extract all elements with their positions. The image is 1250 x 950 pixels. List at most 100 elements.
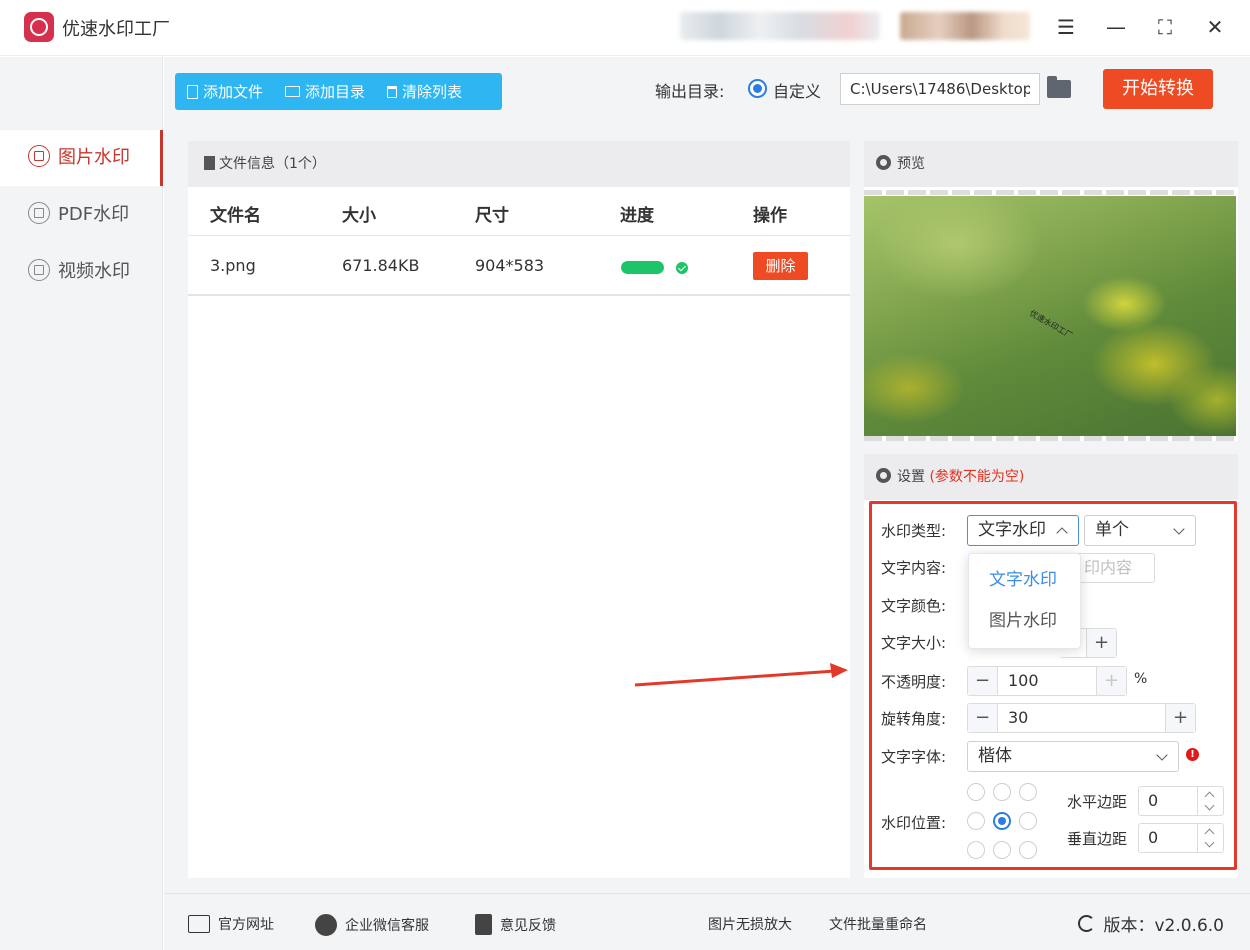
app-title: 优速水印工厂 [62, 19, 170, 40]
feedback-label: 意见反馈 [500, 917, 556, 934]
annotation-arrow [634, 663, 848, 687]
gear-icon [876, 155, 891, 170]
start-convert-button[interactable]: 开始转换 [1103, 69, 1213, 109]
font-value: 楷体 [978, 746, 1012, 766]
custom-output-label[interactable]: 自定义 [773, 78, 821, 102]
opacity-increase-button[interactable]: + [1096, 667, 1126, 695]
feedback-icon [475, 914, 492, 935]
add-directory-button[interactable]: 添加目录 [285, 81, 365, 102]
font-label: 文字字体: [881, 748, 947, 766]
rotation-value[interactable]: 30 [1008, 704, 1028, 732]
sidebar-item-image-watermark[interactable]: 图片水印 [0, 130, 163, 186]
position-top-center-radio[interactable] [993, 783, 1011, 801]
dropdown-option-text-watermark[interactable]: 文字水印 [969, 562, 1082, 598]
position-middle-left-radio[interactable] [967, 812, 985, 830]
document-icon [204, 156, 215, 170]
position-bottom-left-radio[interactable] [967, 841, 985, 859]
opacity-label: 不透明度: [881, 673, 947, 691]
folder-icon [285, 86, 301, 97]
menu-icon[interactable]: ☰ [1050, 12, 1082, 42]
chevron-down-icon [1173, 523, 1185, 535]
delete-file-button[interactable]: 删除 [753, 252, 808, 280]
sidebar-item-video-watermark[interactable]: 视频水印 [0, 244, 163, 300]
add-file-label: 添加文件 [203, 83, 264, 101]
website-link[interactable]: 官方网址 [188, 914, 274, 934]
horizontal-margin-spinner[interactable] [1197, 787, 1223, 815]
position-bottom-center-radio[interactable] [993, 841, 1011, 859]
horizontal-margin-input[interactable]: 0 [1138, 786, 1224, 816]
wechat-support-link[interactable]: 企业微信客服 [315, 914, 429, 936]
position-center-radio[interactable] [993, 812, 1011, 830]
feedback-link[interactable]: 意见反馈 [475, 914, 556, 935]
dropdown-option-image-watermark[interactable]: 图片水印 [969, 603, 1082, 639]
file-progress-bar [621, 261, 664, 274]
refresh-icon[interactable] [1078, 915, 1096, 932]
browse-folder-icon[interactable] [1047, 76, 1071, 98]
text-size-increase-button[interactable]: + [1086, 629, 1116, 657]
position-bottom-right-radio[interactable] [1019, 841, 1037, 859]
opacity-stepper: − 100 + [967, 666, 1127, 696]
preview-header: 预览 [864, 141, 1238, 187]
vertical-margin-spinner[interactable] [1197, 824, 1223, 852]
chevron-down-icon [1156, 749, 1168, 761]
chevron-down-icon[interactable] [1204, 837, 1215, 848]
file-name: 3.png [210, 256, 256, 275]
output-dir-label: 输出目录: [655, 82, 725, 101]
file-count-label: 文件信息（1个） [219, 156, 326, 172]
rotation-stepper: − 30 + [967, 703, 1196, 733]
vertical-margin-value: 0 [1148, 828, 1159, 847]
settings-warning: (参数不能为空) [929, 469, 1025, 485]
font-select[interactable]: 楷体 [967, 741, 1179, 772]
sidebar-item-label: 图片水印 [58, 147, 130, 168]
horizontal-margin-value: 0 [1148, 791, 1159, 810]
sidebar: 图片水印 PDF水印 视频水印 [0, 57, 163, 950]
rotation-label: 旋转角度: [881, 710, 947, 728]
output-path-input[interactable] [840, 73, 1040, 105]
watermark-mode-select[interactable]: 单个 [1084, 515, 1196, 546]
wechat-support-label: 企业微信客服 [345, 918, 429, 934]
file-button-group: 添加文件 添加目录 清除列表 [175, 73, 502, 110]
watermark-type-select[interactable]: 文字水印 [967, 515, 1079, 546]
vertical-margin-input[interactable]: 0 [1138, 823, 1224, 853]
rotation-increase-button[interactable]: + [1165, 704, 1195, 732]
vertical-margin-label: 垂直边距 [1067, 830, 1128, 848]
horizontal-margin-label: 水平边距 [1067, 793, 1128, 811]
minimize-icon[interactable]: — [1100, 12, 1132, 42]
position-top-right-radio[interactable] [1019, 783, 1037, 801]
footer: 官方网址 企业微信客服 意见反馈 图片无损放大 文件批量重命名 版本：v2.0.… [164, 893, 1250, 950]
row-divider [188, 294, 850, 296]
chevron-down-icon[interactable] [1204, 800, 1215, 811]
watermark-type-label: 水印类型: [881, 522, 947, 540]
watermark-type-value: 文字水印 [978, 520, 1046, 540]
column-header-name: 文件名 [210, 206, 261, 226]
watermark-type-dropdown: 文字水印 图片水印 [968, 553, 1081, 649]
clear-list-label: 清除列表 [402, 83, 463, 101]
upscale-link[interactable]: 图片无损放大 [708, 914, 792, 934]
gear-icon [876, 468, 891, 483]
opacity-value[interactable]: 100 [1008, 667, 1039, 695]
sidebar-item-label: PDF水印 [58, 204, 130, 225]
column-header-size: 大小 [342, 206, 376, 226]
text-content-input[interactable]: 印内容 [1075, 553, 1155, 583]
clear-list-button[interactable]: 清除列表 [387, 81, 462, 102]
close-icon[interactable]: ✕ [1199, 12, 1231, 42]
position-middle-right-radio[interactable] [1019, 812, 1037, 830]
column-header-action: 操作 [753, 206, 787, 226]
add-file-button[interactable]: 添加文件 [187, 81, 263, 102]
sidebar-item-label: 视频水印 [58, 261, 130, 282]
custom-output-radio[interactable] [748, 79, 767, 98]
title-bar: 优速水印工厂 ☰ — ⛶ ✕ [0, 0, 1250, 56]
maximize-icon[interactable]: ⛶ [1149, 12, 1181, 42]
opacity-decrease-button[interactable]: − [968, 667, 998, 695]
rotation-decrease-button[interactable]: − [968, 704, 998, 732]
progress-fill [621, 261, 664, 274]
file-size: 671.84KB [342, 256, 420, 275]
position-top-left-radio[interactable] [967, 783, 985, 801]
text-size-label: 文字大小: [881, 634, 947, 652]
watermark-stamp-icon [28, 202, 50, 224]
text-content-label: 文字内容: [881, 559, 947, 577]
sidebar-item-pdf-watermark[interactable]: PDF水印 [0, 187, 163, 243]
error-icon: ! [1186, 748, 1199, 761]
version-info: 版本：v2.0.6.0 [1078, 911, 1224, 936]
batch-rename-link[interactable]: 文件批量重命名 [829, 914, 927, 934]
